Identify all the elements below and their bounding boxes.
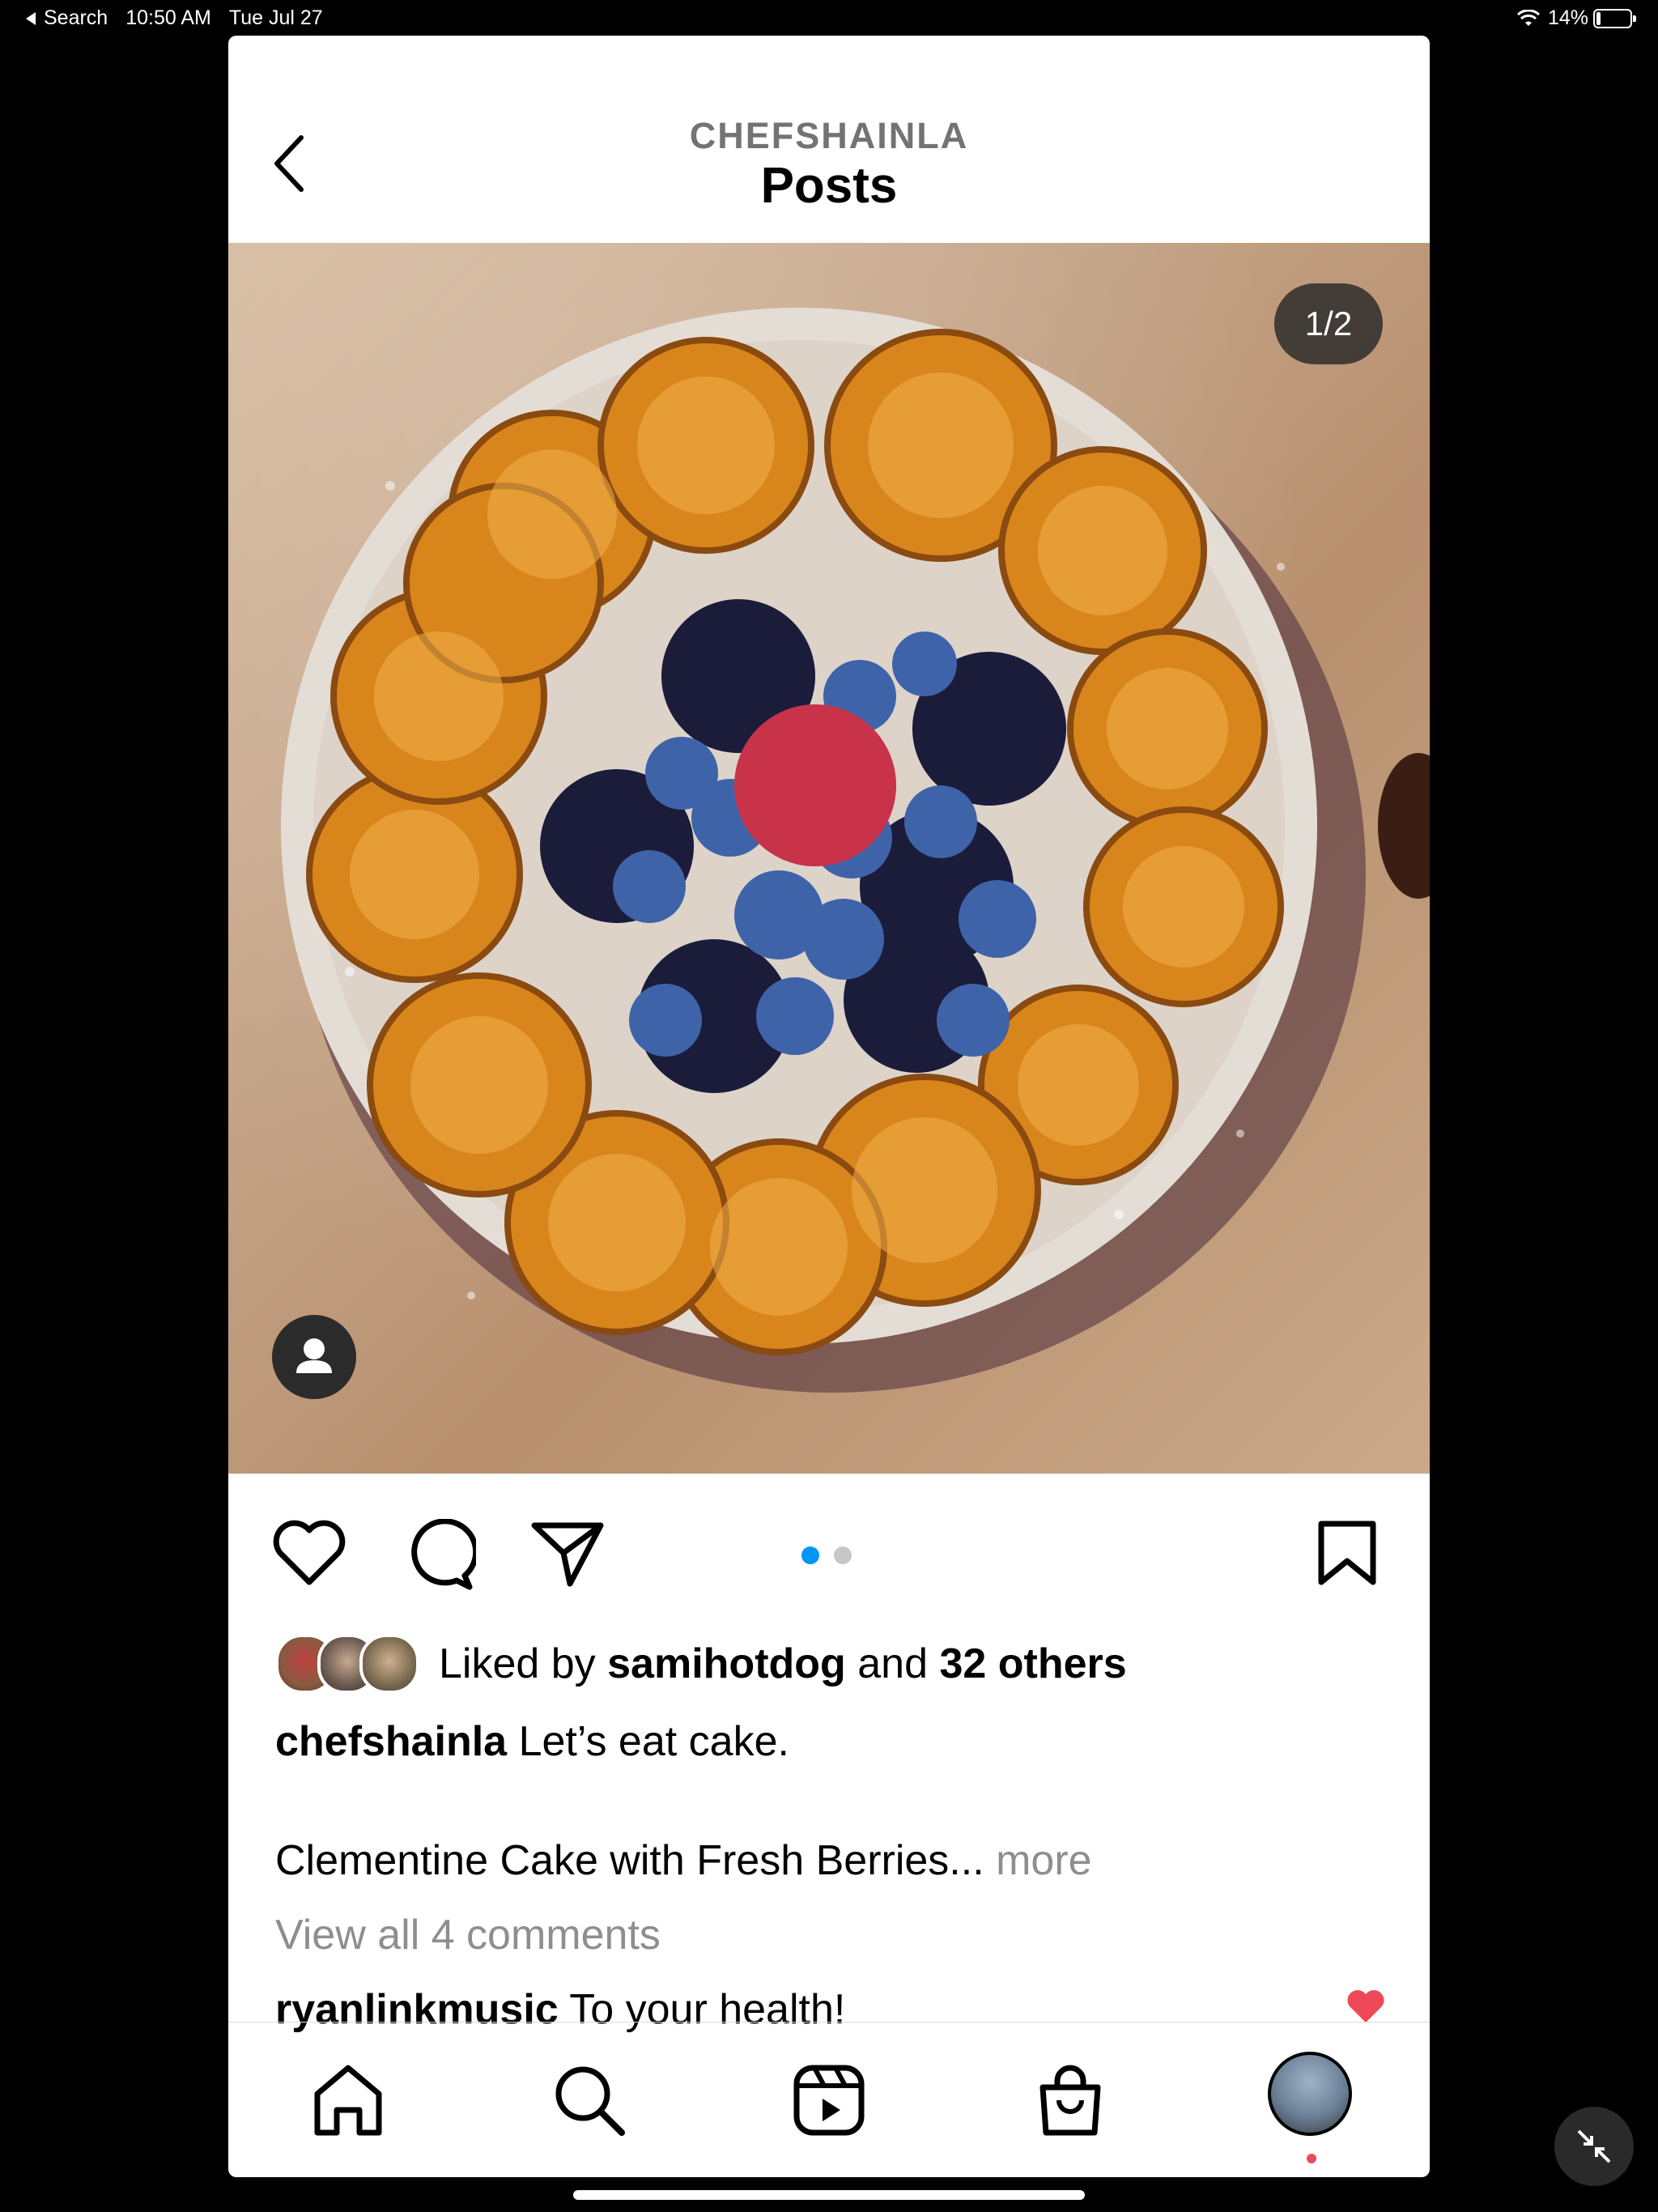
battery-percent: 14% xyxy=(1547,6,1588,29)
post-caption: chefshainla Let’s eat cake. xyxy=(275,1717,789,1766)
liker-avatar xyxy=(359,1634,419,1694)
carousel-indicator xyxy=(801,1546,866,1564)
home-indicator[interactable] xyxy=(573,2190,1085,2200)
comment-heart-icon[interactable] xyxy=(1346,1989,1386,2026)
status-time: 10:50 AM xyxy=(125,6,211,29)
profile-avatar[interactable] xyxy=(1268,2052,1352,2136)
cake-illustration xyxy=(281,308,1430,1393)
status-right: 14% xyxy=(1516,6,1636,30)
comment-icon[interactable] xyxy=(402,1519,476,1592)
battery-icon xyxy=(1593,8,1636,28)
send-icon[interactable] xyxy=(529,1519,606,1589)
view-all-comments-link[interactable]: View all 4 comments xyxy=(275,1911,661,1959)
user-icon xyxy=(296,1338,332,1373)
bottom-nav xyxy=(228,2022,1430,2177)
home-icon[interactable] xyxy=(309,2061,387,2139)
carousel-dot-active xyxy=(801,1546,819,1564)
status-left: Search 10:50 AM Tue Jul 27 xyxy=(26,6,341,30)
header: CHEFSHAINLA Posts xyxy=(228,36,1430,244)
notification-dot xyxy=(1307,2154,1316,2163)
back-to-app-icon[interactable] xyxy=(26,11,36,25)
heart-icon[interactable] xyxy=(272,1519,346,1587)
likes-count[interactable]: 32 others xyxy=(939,1640,1126,1687)
liker-username[interactable]: samihotdog xyxy=(607,1640,846,1687)
reels-icon[interactable] xyxy=(790,2061,868,2139)
wifi-icon xyxy=(1516,9,1540,26)
likes-row[interactable]: Liked by samihotdog and 32 others xyxy=(275,1634,1127,1694)
likes-prefix: Liked by xyxy=(439,1640,596,1687)
image-counter-badge: 1/2 xyxy=(1274,283,1383,364)
app-panel: CHEFSHAINLA Posts 1/2 Liked by samihotdo… xyxy=(228,36,1430,2177)
likes-joiner: and xyxy=(857,1640,929,1687)
back-to-app-label[interactable]: Search xyxy=(44,6,108,30)
likes-text: Liked by samihotdog and 32 others xyxy=(439,1640,1127,1688)
status-date: Tue Jul 27 xyxy=(228,6,323,29)
status-bar: Search 10:50 AM Tue Jul 27 14% xyxy=(0,0,1658,36)
caption-continuation-text: Clementine Cake with Fresh Berries... xyxy=(275,1837,984,1884)
more-link[interactable]: more xyxy=(996,1837,1091,1884)
caption-text: Let’s eat cake. xyxy=(518,1718,789,1765)
bookmark-icon[interactable] xyxy=(1315,1519,1380,1587)
carousel-dot xyxy=(834,1546,852,1564)
search-icon[interactable] xyxy=(551,2061,628,2139)
collapse-arrows-icon xyxy=(1577,2129,1611,2163)
page-title: Posts xyxy=(760,158,898,214)
post-photo[interactable]: 1/2 xyxy=(228,243,1430,1474)
collapse-button[interactable] xyxy=(1554,2107,1634,2186)
caption-username[interactable]: chefshainla xyxy=(275,1718,507,1765)
tagged-users-button[interactable] xyxy=(272,1315,356,1399)
post-actions xyxy=(228,1474,1430,1619)
caption-continuation: Clementine Cake with Fresh Berries... mo… xyxy=(275,1836,1092,1885)
profile-username: CHEFSHAINLA xyxy=(689,115,969,156)
shop-icon[interactable] xyxy=(1031,2061,1109,2139)
